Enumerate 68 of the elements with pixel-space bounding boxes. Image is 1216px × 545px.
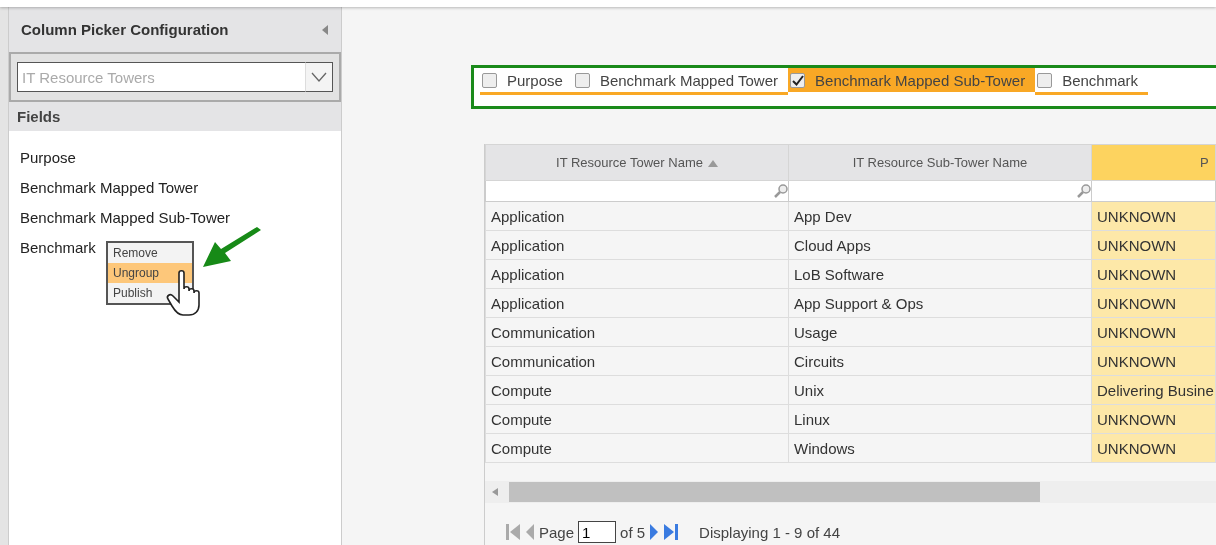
table-cell: Application [485,259,789,289]
dropdown-field[interactable]: IT Resource Towers [17,62,305,92]
table-cell: Application [485,230,789,260]
display-info: Displaying 1 - 9 of 44 [699,523,840,541]
field-item[interactable]: Purpose [9,143,87,173]
table-cell: Communication [485,346,789,376]
section-heading: Fields [9,102,341,131]
first-page-icon [505,523,521,541]
table-cell: Application [485,201,789,231]
checkbox[interactable] [1037,72,1053,88]
table-cell: UNKNOWN [1091,201,1216,231]
table-cell: UNKNOWN [1091,230,1216,260]
menu-item[interactable]: Remove [108,243,192,263]
sort-up-icon [707,159,718,167]
table-cell: LoB Software [788,259,1092,289]
table-cell: Application [485,288,789,318]
table-cell: Compute [485,375,789,405]
scrollbar-thumb[interactable] [509,482,1040,502]
dropdown-button[interactable] [305,62,333,92]
option-label: Purpose [507,71,563,89]
table-cell: Linux [788,404,1092,434]
check-icon [791,74,804,86]
search-icon [774,184,788,198]
field-item[interactable]: Benchmark Mapped Tower [9,173,210,203]
table-cell: UNKNOWN [1091,259,1216,289]
field-item[interactable]: Benchmark Mapped Sub-Tower [9,203,242,233]
table-cell: App Dev [788,201,1092,231]
menu-item[interactable]: Ungroup [108,263,192,283]
last-page-icon [663,523,680,541]
option-label: Benchmark Mapped Sub-Tower [815,71,1026,89]
table-cell: UNKNOWN [1091,288,1216,318]
option-label: Benchmark [1062,71,1138,89]
table-cell: Usage [788,317,1092,347]
field-item[interactable]: Benchmark [9,233,107,263]
checkbox[interactable] [574,72,590,88]
page-label: Page [539,523,575,541]
column-header[interactable]: P [1091,144,1216,181]
table-cell: UNKNOWN [1091,404,1216,434]
column-option[interactable]: Purpose [480,68,573,95]
table-cell: Delivering Busine [1091,375,1216,405]
column-header[interactable]: IT Resource Tower Name [485,144,789,181]
previous-page-icon [525,523,535,541]
column-option[interactable]: Benchmark [1035,68,1148,95]
column-header[interactable]: IT Resource Sub-Tower Name [788,144,1092,181]
checkbox[interactable] [790,72,806,88]
column-option[interactable]: Benchmark Mapped Sub-Tower [788,68,1036,92]
collapse-icon [321,23,329,36]
search-icon [1077,184,1091,198]
table-cell: Compute [485,404,789,434]
table-cell: Cloud Apps [788,230,1092,260]
table-cell: UNKNOWN [1091,346,1216,376]
table-cell: UNKNOWN [1091,317,1216,347]
chevron-down-icon [311,72,327,82]
column-option[interactable]: Benchmark Mapped Tower [572,68,789,95]
option-label: Benchmark Mapped Tower [599,71,779,89]
table-cell: Windows [788,433,1092,463]
page-count: of 5 [620,523,646,541]
table-cell: Communication [485,317,789,347]
table-cell: Compute [485,433,789,463]
table-cell: App Support & Ops [788,288,1092,318]
next-page-icon [649,523,660,541]
checkbox[interactable] [482,72,497,88]
panel-title: Column Picker Configuration [21,21,229,38]
table-cell: Circuits [788,346,1092,376]
page-field[interactable]: 1 [578,521,617,543]
table-cell: UNKNOWN [1091,433,1216,463]
scroll-left-icon [491,487,499,497]
table-cell: Unix [788,375,1092,405]
